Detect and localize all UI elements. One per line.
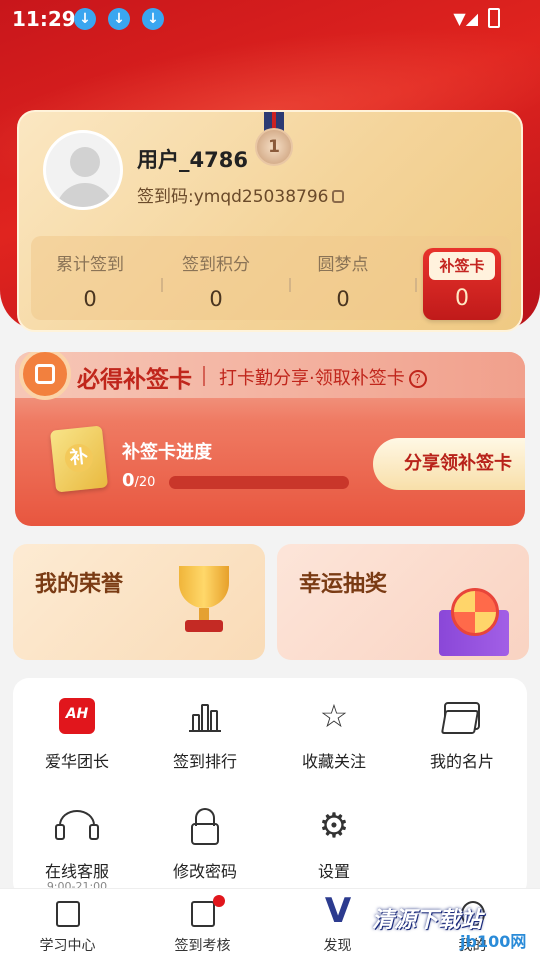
menu-item-favorites[interactable]: ☆ 收藏关注 <box>270 678 398 772</box>
makeup-card-value: 0 <box>455 286 469 311</box>
stat-dream-points[interactable]: 圆梦点 0 <box>288 250 398 311</box>
watermark: 清源下载站 jb100网 <box>372 908 527 951</box>
tile-title: 我的荣誉 <box>35 571 124 597</box>
menu-item-group-leader[interactable]: AH 爱华团长 <box>13 678 141 772</box>
stat-checkin-points[interactable]: 签到积分 0 <box>161 250 271 311</box>
medal-icon: 1 <box>255 112 293 168</box>
progress-bar <box>169 476 349 489</box>
status-bar: 11:29 ↓ ↓ ↓ ▼◢ <box>0 0 540 36</box>
progress-label: 补签卡进度 <box>122 442 212 463</box>
promo-title: 必得补签卡 <box>77 366 192 393</box>
aihua-logo-icon: AH <box>59 698 95 734</box>
help-icon[interactable]: ? <box>408 370 427 388</box>
copy-icon[interactable] <box>332 190 345 203</box>
star-icon: ☆ <box>319 697 349 735</box>
my-honors-tile[interactable]: 我的荣誉 <box>13 544 265 660</box>
avatar[interactable] <box>43 130 123 210</box>
folder-icon <box>444 702 480 730</box>
calendar-check-icon <box>191 901 215 927</box>
tile-title: 幸运抽奖 <box>299 571 388 597</box>
lock-icon <box>187 808 223 845</box>
share-button[interactable]: 分享领补签卡 <box>373 438 525 490</box>
menu-item-ranking[interactable]: 签到排行 <box>141 678 269 772</box>
user-card: 用户_4786 1 签到码:ymqd25038796 累计签到 0 签到积分 0… <box>17 110 523 332</box>
headset-icon <box>55 810 99 840</box>
trophy-icon <box>171 566 237 632</box>
stats-panel: 累计签到 0 签到积分 0 圆梦点 0 补签卡 0 <box>31 236 511 320</box>
makeup-card-promo: 必得补签卡 打卡勤分享·领取补签卡? 补 补签卡进度 0/20 分享领补签卡 <box>15 352 525 526</box>
signin-code-text: 签到码:ymqd25038796 <box>137 187 329 207</box>
download-icon: ↓ <box>74 8 96 30</box>
menu-item-business-card[interactable]: 我的名片 <box>398 678 526 772</box>
makeup-card-label: 补签卡 <box>429 252 495 280</box>
avatar-placeholder-icon <box>70 147 100 177</box>
lucky-draw-tile[interactable]: 幸运抽奖 <box>277 544 529 660</box>
medal-rank: 1 <box>255 128 293 166</box>
divider <box>415 278 417 292</box>
discover-logo-icon: V <box>324 891 352 931</box>
download-icon: ↓ <box>142 8 164 30</box>
menu-grid: AH 爱华团长 签到排行 ☆ 收藏关注 我的名片 在线客服 9:00-21:00… <box>13 678 527 898</box>
makeup-card-count[interactable]: 补签卡 0 <box>423 248 501 320</box>
menu-item-customer-service[interactable]: 在线客服 9:00-21:00 <box>13 788 141 890</box>
battery-icon <box>488 8 500 28</box>
progress-count: 0/20 <box>122 470 156 491</box>
promo-subtitle[interactable]: 打卡勤分享·领取补签卡? <box>219 364 427 390</box>
wifi-signal-icon: ▼◢ <box>453 9 478 28</box>
notification-badge <box>213 895 225 907</box>
username: 用户_4786 <box>137 148 248 172</box>
download-icon: ↓ <box>108 8 130 30</box>
signin-code[interactable]: 签到码:ymqd25038796 <box>137 182 345 207</box>
prize-wheel-icon <box>433 588 515 658</box>
status-time: 11:29 <box>12 7 76 31</box>
ranking-icon <box>187 698 223 734</box>
book-icon <box>56 901 80 927</box>
stat-total-checkins[interactable]: 累计签到 0 <box>35 250 145 311</box>
divider <box>203 366 205 386</box>
gear-icon: ⚙ <box>318 806 350 846</box>
menu-item-settings[interactable]: ⚙ 设置 <box>270 788 398 882</box>
tab-checkin-assessment[interactable]: 签到考核 <box>135 889 270 960</box>
makeup-card-icon: 补 <box>49 425 109 493</box>
tab-learning-center[interactable]: 学习中心 <box>0 889 135 960</box>
menu-item-change-password[interactable]: 修改密码 <box>141 788 269 882</box>
